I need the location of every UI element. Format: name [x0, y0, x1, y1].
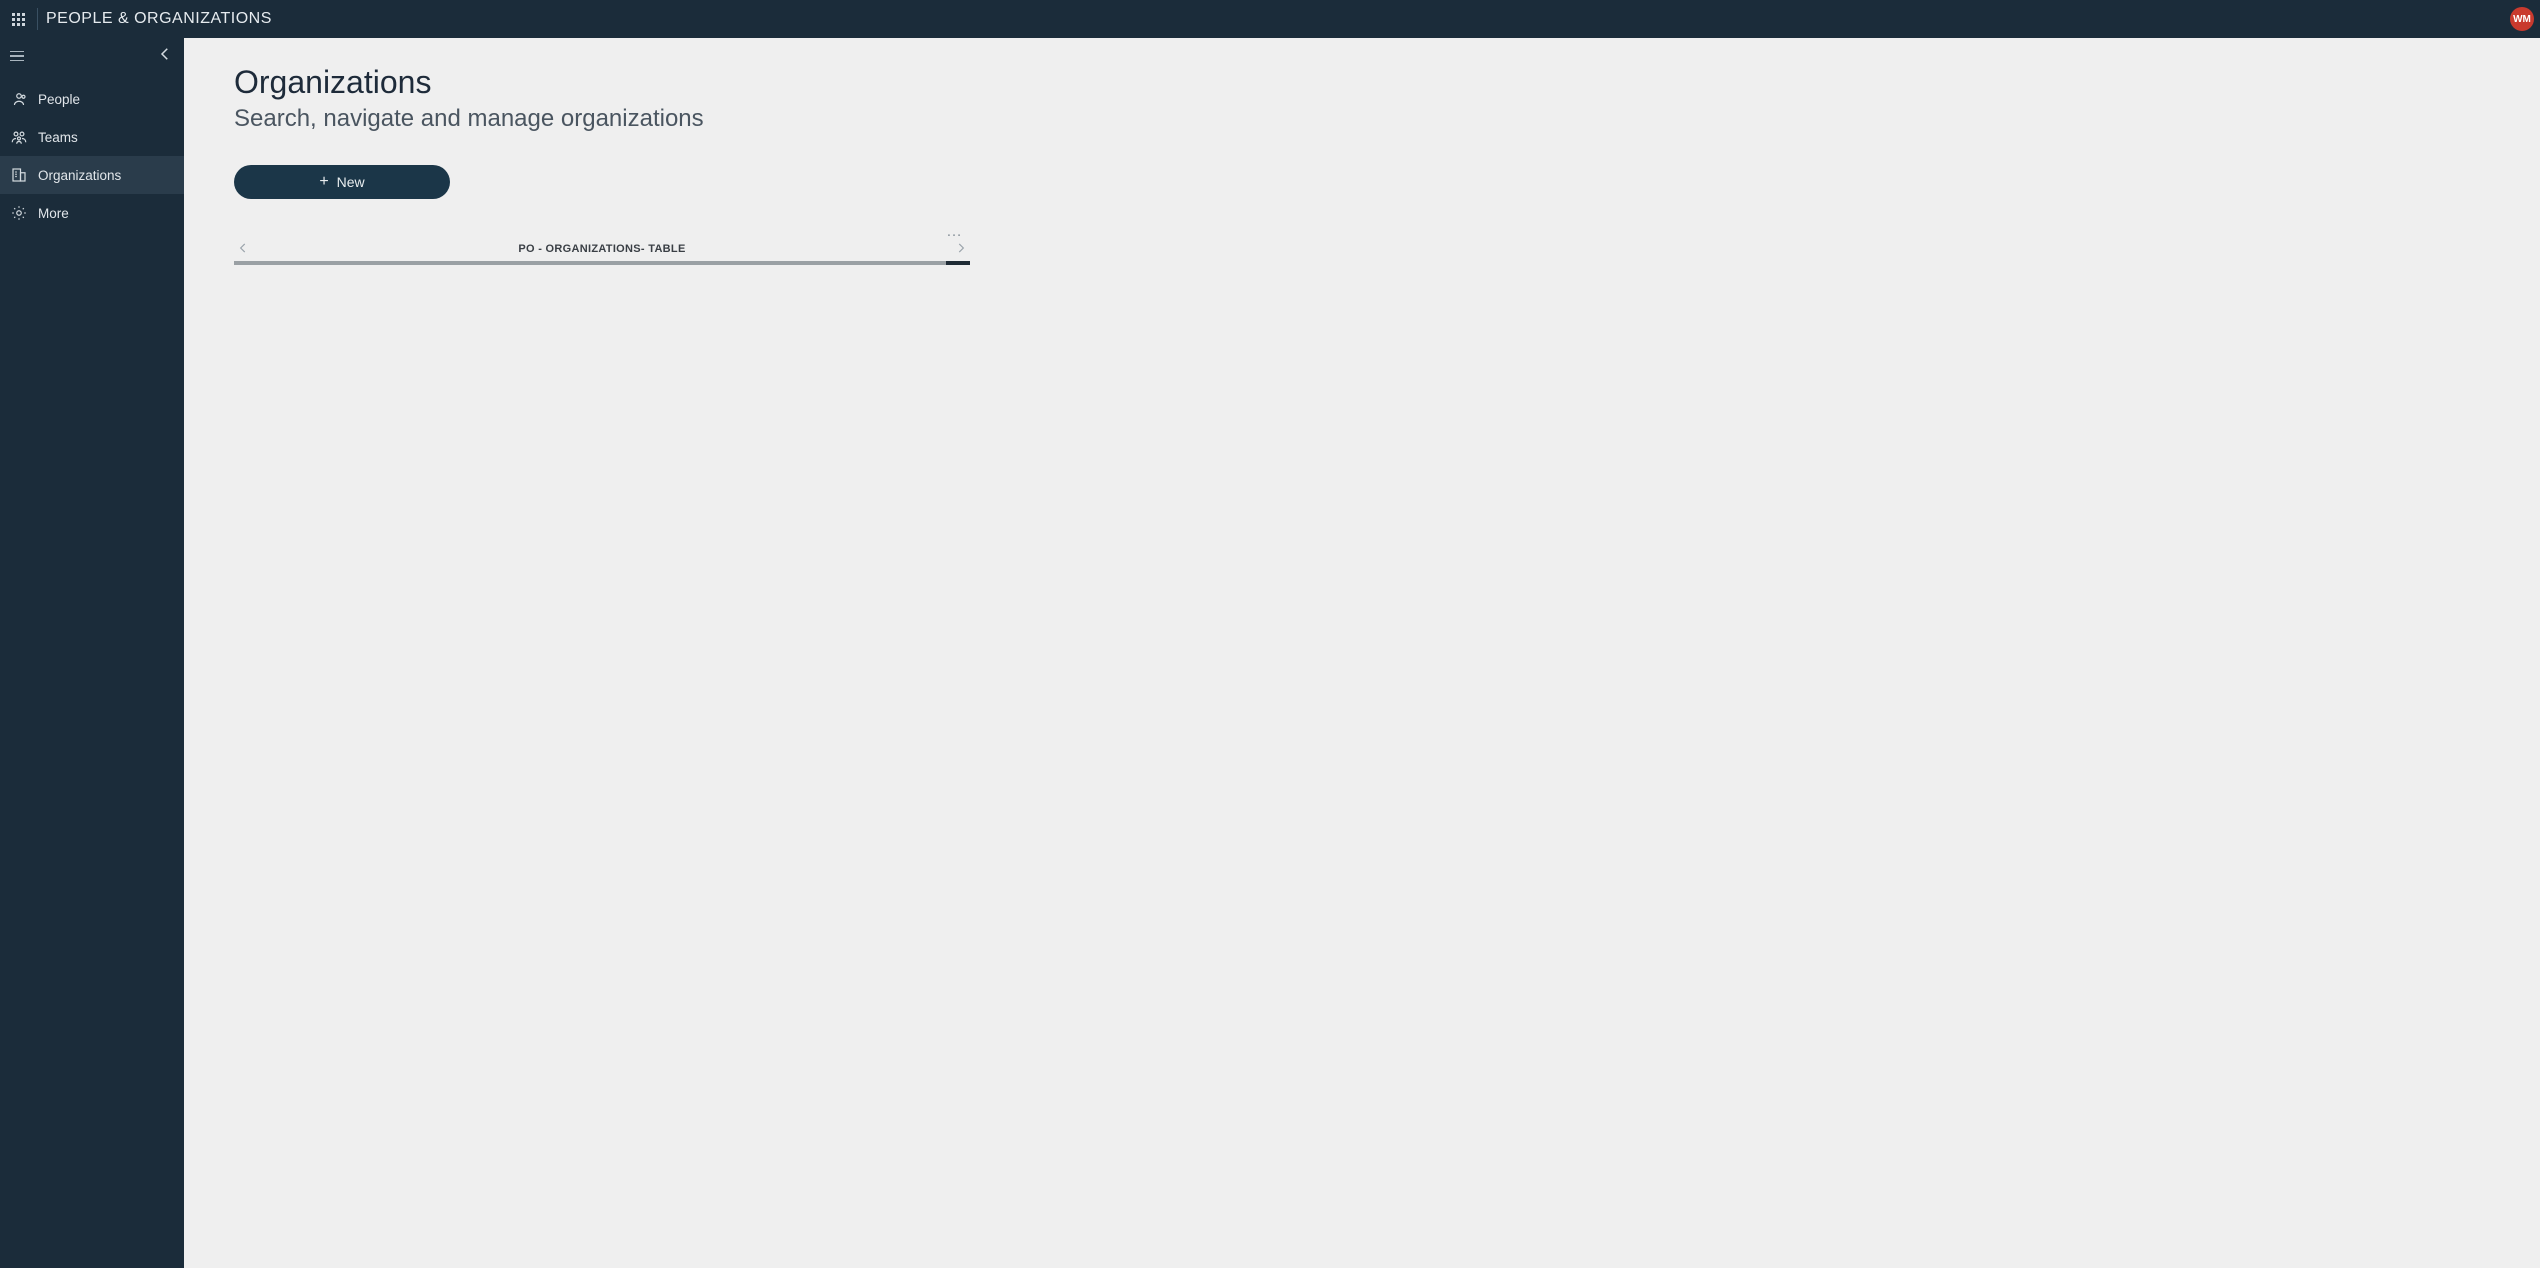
sidebar-top: [0, 38, 184, 74]
teams-icon: [10, 128, 28, 146]
main-content: Organizations Search, navigate and manag…: [184, 38, 2540, 1268]
avatar-initials: WM: [2513, 14, 2531, 25]
organizations-icon: [10, 166, 28, 184]
sidebar-item-people[interactable]: People: [0, 80, 184, 118]
plus-icon: +: [319, 174, 328, 190]
more-options-icon[interactable]: …: [946, 223, 964, 241]
app-launcher-icon[interactable]: [8, 7, 29, 31]
page-card: Organizations Search, navigate and manag…: [192, 48, 2532, 281]
user-avatar[interactable]: WM: [2510, 7, 2534, 31]
gear-icon: [10, 204, 28, 222]
tab-underline-active: [946, 261, 970, 265]
app-title: PEOPLE & ORGANIZATIONS: [46, 10, 272, 28]
sidebar-item-label: Teams: [38, 130, 78, 145]
new-button[interactable]: + New: [234, 165, 450, 199]
tab-underline: [234, 261, 970, 265]
people-icon: [10, 90, 28, 108]
back-button[interactable]: [156, 45, 174, 68]
tab[interactable]: PO - ORGANIZATIONS- TABLE: [252, 239, 952, 257]
sidebar: People Teams: [0, 38, 184, 1268]
tabs-row: PO - ORGANIZATIONS- TABLE: [234, 235, 970, 261]
sidebar-item-teams[interactable]: Teams: [0, 118, 184, 156]
tab-prev-button[interactable]: [234, 239, 252, 257]
sidebar-item-label: Organizations: [38, 168, 121, 183]
app-frame: People Teams: [0, 38, 2540, 1268]
new-button-label: New: [337, 174, 365, 190]
separator: [37, 8, 38, 30]
tab-label: PO - ORGANIZATIONS- TABLE: [518, 243, 685, 255]
sidebar-nav: People Teams: [0, 80, 184, 232]
sidebar-item-label: People: [38, 92, 80, 107]
sidebar-item-more[interactable]: More: [0, 194, 184, 232]
page-title: Organizations: [234, 64, 2490, 101]
tabs-bar: … PO - ORGANIZATIONS- TABLE: [234, 235, 970, 265]
title-bar: PEOPLE & ORGANIZATIONS WM: [0, 0, 2540, 38]
hamburger-icon[interactable]: [10, 51, 24, 62]
page-subtitle: Search, navigate and manage organization…: [234, 105, 2490, 133]
sidebar-item-label: More: [38, 206, 69, 221]
tab-next-button[interactable]: [952, 239, 970, 257]
sidebar-item-organizations[interactable]: Organizations: [0, 156, 184, 194]
